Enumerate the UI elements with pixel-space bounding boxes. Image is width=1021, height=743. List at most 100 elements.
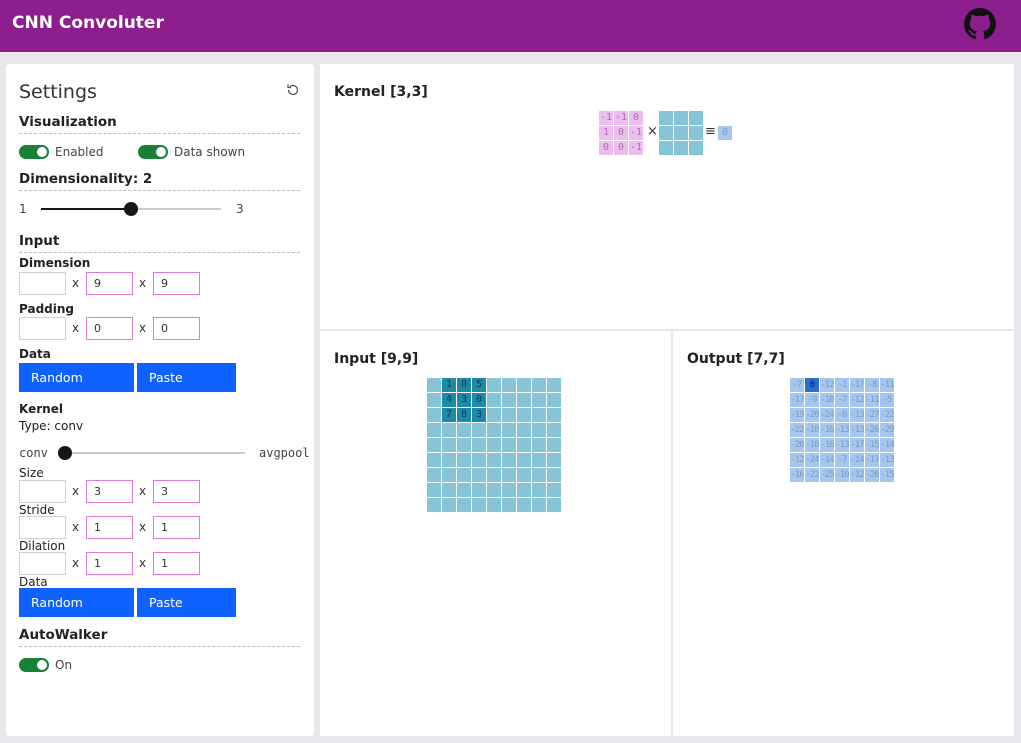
app-bar: CNN Convoluter xyxy=(0,0,1021,52)
output-cell: -15 xyxy=(880,468,894,482)
stride-label: Stride xyxy=(19,503,55,517)
dimension-field-3[interactable]: 9 xyxy=(153,272,200,295)
patch-cell: 0 xyxy=(674,111,688,125)
input-cell: 7 xyxy=(487,438,501,452)
times-label: x xyxy=(72,321,80,335)
input-cell: 3 xyxy=(427,483,441,497)
kernel-random-button[interactable]: Random xyxy=(19,588,134,617)
output-cell: -24 xyxy=(820,408,834,422)
result-matrix: 0 xyxy=(718,126,732,140)
padding-field-3[interactable]: 0 xyxy=(153,317,200,340)
input-cell: 2 xyxy=(427,498,441,512)
input-cell: 6 xyxy=(487,498,501,512)
padding-field-1[interactable] xyxy=(19,317,66,340)
output-cell: -13 xyxy=(850,423,864,437)
output-cell: -12 xyxy=(790,453,804,467)
input-cell: 6 xyxy=(547,393,561,407)
size-field-2[interactable]: 3 xyxy=(86,480,133,503)
stride-field-3[interactable]: 1 xyxy=(153,516,200,539)
input-cell: 5 xyxy=(517,483,531,497)
input-cell: 7 xyxy=(457,438,471,452)
autowalker-toggle[interactable] xyxy=(19,658,49,672)
input-cell: 1 xyxy=(502,438,516,452)
input-cell: 5 xyxy=(502,408,516,422)
input-cell: 1 xyxy=(442,378,456,392)
equals-symbol: ≡ xyxy=(705,124,716,139)
input-cell: 7 xyxy=(472,468,486,482)
input-cell: 3 xyxy=(472,438,486,452)
input-random-button[interactable]: Random xyxy=(19,363,134,392)
times-label: x xyxy=(72,276,80,290)
output-cell: -10 xyxy=(805,423,819,437)
visualization-enabled-toggle[interactable] xyxy=(19,145,49,159)
input-cell: 9 xyxy=(547,453,561,467)
data-shown-toggle[interactable] xyxy=(138,145,168,159)
github-icon[interactable] xyxy=(964,8,996,40)
kernel-cell: -1 xyxy=(629,126,643,140)
result-cell: 0 xyxy=(718,126,732,140)
output-cell: -17 xyxy=(850,438,864,452)
input-cell: 4 xyxy=(442,393,456,407)
input-cell: 8 xyxy=(442,453,456,467)
output-cell: -19 xyxy=(790,408,804,422)
stride-field-1[interactable] xyxy=(19,516,66,539)
kernel-cell: 0 xyxy=(614,141,628,155)
output-cell: -22 xyxy=(805,468,819,482)
output-cell: -7 xyxy=(790,378,804,392)
app-title: CNN Convoluter xyxy=(12,13,164,33)
output-cell: -13 xyxy=(835,423,849,437)
input-cell: 3 xyxy=(517,393,531,407)
kernel-cell: 1 xyxy=(599,126,613,140)
input-cell: 3 xyxy=(547,408,561,422)
patch-cell: 1 xyxy=(659,111,673,125)
times-symbol: × xyxy=(647,124,658,139)
output-cell: -12 xyxy=(820,378,834,392)
input-paste-button[interactable]: Paste xyxy=(137,363,236,392)
dimension-field-1[interactable] xyxy=(19,272,66,295)
data-shown-label: Data shown xyxy=(174,145,246,159)
input-cell: 1 xyxy=(547,378,561,392)
input-panel-title: Input [9,9] xyxy=(334,351,419,367)
kernel-cell: -1 xyxy=(599,111,613,125)
input-cell: 7 xyxy=(547,423,561,437)
kernel-type-slider-track[interactable] xyxy=(62,452,245,454)
patch-cell: 5 xyxy=(689,111,703,125)
dimensionality-slider-thumb[interactable] xyxy=(124,202,138,216)
output-cell: 0 xyxy=(805,378,819,392)
reset-icon[interactable] xyxy=(285,82,301,98)
dilation-field-2[interactable]: 1 xyxy=(86,552,133,575)
input-cell: 5 xyxy=(472,498,486,512)
input-heading: Input xyxy=(19,233,300,253)
patch-cell: 0 xyxy=(689,126,703,140)
kernel-paste-button[interactable]: Paste xyxy=(137,588,236,617)
input-cell: 4 xyxy=(442,423,456,437)
input-cell: 1 xyxy=(427,453,441,467)
stride-field-2[interactable]: 1 xyxy=(86,516,133,539)
dimension-field-2[interactable]: 9 xyxy=(86,272,133,295)
output-panel-title: Output [7,7] xyxy=(687,351,785,367)
size-field-1[interactable] xyxy=(19,480,66,503)
input-cell: 6 xyxy=(532,408,546,422)
times-label: x xyxy=(72,556,80,570)
kernel-type-slider-thumb[interactable] xyxy=(58,446,72,460)
input-cell: 9 xyxy=(472,483,486,497)
input-cell: 0 xyxy=(502,393,516,407)
input-data-label: Data xyxy=(19,347,51,361)
input-cell: 6 xyxy=(472,423,486,437)
dilation-field-1[interactable] xyxy=(19,552,66,575)
size-label: Size xyxy=(19,466,44,480)
input-cell: 5 xyxy=(427,423,441,437)
input-cell: 8 xyxy=(427,468,441,482)
size-field-3[interactable]: 3 xyxy=(153,480,200,503)
output-cell: -26 xyxy=(865,423,879,437)
input-cell: 8 xyxy=(457,498,471,512)
enabled-label: Enabled xyxy=(55,145,104,159)
input-cell: 4 xyxy=(442,438,456,452)
padding-field-2[interactable]: 0 xyxy=(86,317,133,340)
times-label: x xyxy=(139,321,147,335)
visualization-heading: Visualization xyxy=(19,114,300,134)
times-label: x xyxy=(139,556,147,570)
input-cell: 2 xyxy=(472,453,486,467)
times-label: x xyxy=(72,484,80,498)
dilation-field-3[interactable]: 1 xyxy=(153,552,200,575)
